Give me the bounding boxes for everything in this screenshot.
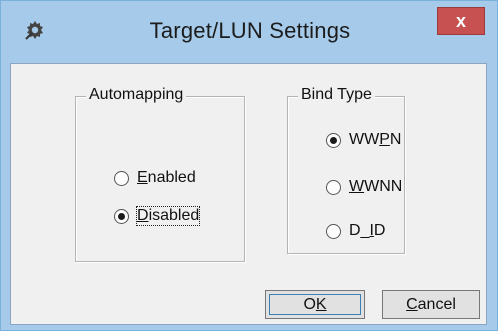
radio-wwnn[interactable] [326,179,341,195]
bind-type-title: Bind Type [298,86,375,104]
close-icon: x [455,11,466,31]
close-button[interactable]: x [437,7,485,35]
disabled-label: Disabled [135,206,201,226]
automapping-title: Automapping [86,86,187,104]
ok-focus-ring [269,294,361,315]
radio-enabled[interactable] [114,170,129,186]
bind-type-groupbox: Bind Type WWPN WWNN D_ID [287,86,405,254]
automapping-disabled-option[interactable]: Disabled [114,206,201,226]
dialog-client-area: Automapping Enabled Disabled Bind Type W… [10,63,487,325]
ok-button[interactable]: OK [265,290,365,319]
radio-disabled[interactable] [114,208,129,224]
cancel-button[interactable]: Cancel [382,290,480,319]
automapping-enabled-option[interactable]: Enabled [114,169,196,187]
cancel-label: Cancel [406,296,456,313]
did-label: D_ID [349,222,386,239]
wwpn-label: WWPN [349,131,402,148]
automapping-groupbox: Automapping Enabled Disabled [75,86,245,262]
window-title: Target/LUN Settings [149,18,351,43]
target-lun-settings-dialog: Target/LUN Settings x Automapping Enable… [0,0,498,331]
enabled-label: Enabled [137,169,196,186]
wwnn-label: WWNN [349,178,403,195]
bind-wwnn-option[interactable]: WWNN [326,178,402,196]
bind-wwpn-option[interactable]: WWPN [326,131,401,149]
radio-did[interactable] [326,223,341,239]
bind-did-option[interactable]: D_ID [326,222,385,240]
radio-wwpn[interactable] [326,132,341,148]
title-bar[interactable]: Target/LUN Settings x [1,1,498,63]
